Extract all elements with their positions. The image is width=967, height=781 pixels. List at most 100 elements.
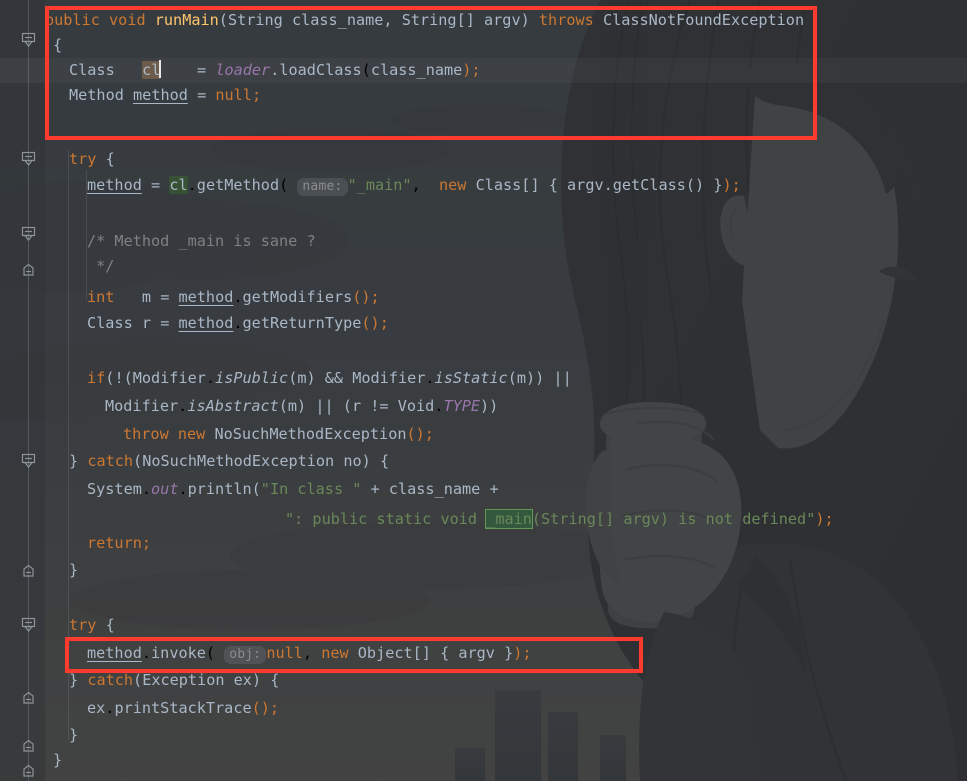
gutter-divider-line	[28, 0, 29, 781]
token-type-string: String	[227, 11, 283, 29]
token-var-class-name: class_name	[388, 480, 481, 498]
fold-end-marker-icon[interactable]	[20, 563, 37, 580]
code-line-3[interactable]: Class cl = loader.loadClass(class_name);	[45, 58, 481, 83]
token-line-end: );	[462, 61, 481, 79]
code-line-11[interactable]: int m = method.getModifiers();	[45, 285, 380, 310]
token-brace-close: }	[69, 561, 79, 579]
fold-end-marker-icon[interactable]	[20, 262, 37, 279]
fold-marker-icon[interactable]	[20, 31, 37, 48]
fold-marker-icon[interactable]	[20, 452, 37, 469]
code-editor-window[interactable]: public void runMain(String class_name, S…	[0, 0, 967, 781]
token-brace-close: }	[69, 671, 79, 689]
token-var-ex: ex	[233, 671, 252, 689]
code-line-27[interactable]: }	[45, 723, 78, 748]
token-type-string-array: String[]	[401, 11, 475, 29]
token-field-out: out	[151, 480, 179, 498]
code-line-6[interactable]: try {	[45, 147, 115, 172]
token-line-end: ();	[406, 425, 434, 443]
token-method-name: runMain	[154, 11, 219, 29]
inlay-hint-name[interactable]: name:	[297, 178, 348, 196]
code-line-17[interactable]: } catch(NoSuchMethodException no) {	[45, 449, 389, 474]
token-comment-open: /* Method _main is sane ?	[87, 232, 316, 250]
token-string-not-defined-pre: ": public static void	[285, 510, 487, 528]
token-keyword-try: try	[69, 616, 97, 634]
token-array-initializer: { argv.getClass() }	[548, 176, 723, 194]
token-call-getmethod: getMethod	[196, 176, 280, 194]
token-comma: ,	[383, 11, 402, 29]
token-string-not-defined-post: (String[] argv) is not defined"	[531, 510, 816, 528]
token-var-method: method	[178, 288, 234, 306]
token-assign: =	[197, 61, 207, 79]
code-line-25[interactable]: } catch(Exception ex) {	[45, 668, 279, 693]
token-var-no: no	[343, 452, 362, 470]
code-line-7[interactable]: method = cl.getMethod( name: "_main", new…	[45, 173, 741, 198]
code-line-4[interactable]: Method method = null;	[45, 83, 261, 108]
token-class-void: Void	[397, 397, 435, 415]
token-keyword-throw: throw	[123, 425, 169, 443]
token-string-main: "_main"	[347, 176, 412, 194]
code-line-16[interactable]: throw new NoSuchMethodException();	[45, 422, 434, 447]
token-class-modifier: Modifier	[352, 369, 426, 387]
code-line-18[interactable]: System.out.println("In class " + class_n…	[45, 477, 499, 502]
token-var-method: method	[87, 176, 142, 194]
code-line-14[interactable]: if(!(Modifier.isPublic(m) && Modifier.is…	[45, 366, 572, 391]
code-line-1[interactable]: public void runMain(String class_name, S…	[45, 8, 804, 33]
token-var-cl-usage: cl	[169, 176, 188, 194]
token-keyword-new: new	[321, 644, 349, 662]
code-line-21[interactable]: }	[45, 558, 78, 583]
text-caret	[159, 60, 162, 78]
token-line-end: ();	[352, 288, 380, 306]
token-keyword-new: new	[177, 425, 206, 443]
code-line-26[interactable]: ex.printStackTrace();	[45, 696, 279, 721]
code-line-28[interactable]: }	[45, 748, 62, 773]
code-line-2[interactable]: {	[45, 33, 62, 58]
code-line-24[interactable]: method.invoke( obj: null, new Object[] { …	[45, 641, 532, 666]
code-line-15[interactable]: Modifier.isAbstract(m) || (r != Void.TYP…	[45, 394, 498, 419]
token-brace-open: {	[270, 671, 280, 689]
fold-end-marker-icon[interactable]	[20, 738, 37, 755]
token-operator-and: &&	[324, 369, 344, 387]
token-assign: =	[151, 176, 161, 194]
token-class-system: System	[87, 480, 142, 498]
inlay-hint-obj[interactable]: obj:	[224, 646, 267, 664]
code-text-area[interactable]: public void runMain(String class_name, S…	[45, 0, 967, 781]
token-assign: =	[160, 288, 170, 306]
token-literal-null: null	[266, 644, 303, 662]
fold-end-marker-icon[interactable]	[20, 763, 37, 780]
token-exception-type: ClassNotFoundException	[602, 11, 805, 29]
token-class-modifier: Modifier	[105, 397, 179, 415]
token-var-method: method	[178, 314, 234, 332]
token-line-end: );	[815, 510, 834, 528]
token-exception-type: Exception	[142, 671, 225, 689]
code-line-9[interactable]: /* Method _main is sane ?	[45, 229, 316, 254]
token-brace-open: {	[105, 616, 115, 634]
token-type-class: Class	[87, 314, 133, 332]
fold-marker-icon[interactable]	[20, 150, 37, 167]
code-line-19[interactable]: ": public static void _main(String[] arg…	[45, 507, 834, 532]
code-line-20[interactable]: return;	[45, 531, 151, 556]
fold-marker-icon[interactable]	[20, 225, 37, 242]
fold-end-marker-icon[interactable]	[20, 690, 37, 707]
code-line-10[interactable]: */	[45, 254, 114, 279]
token-type-object-array: Object[]	[357, 644, 431, 662]
code-line-12[interactable]: Class r = method.getReturnType();	[45, 311, 389, 336]
token-call-loadclass: loadClass	[279, 61, 362, 79]
token-brace-close: }	[53, 751, 63, 769]
token-call-println: println	[187, 480, 252, 498]
token-assign: =	[197, 86, 207, 104]
token-string-in-class: "In class "	[260, 480, 362, 498]
token-dot: .	[270, 61, 280, 79]
token-call-getmodifiers: getModifiers	[242, 288, 353, 306]
token-var-ex: ex	[87, 699, 106, 717]
token-keyword-throws: throws	[538, 11, 594, 29]
token-var-method-declaration: method	[133, 86, 188, 104]
token-operator-plus: +	[370, 480, 380, 498]
gutter-current-line	[0, 58, 45, 83]
token-brace-close: }	[69, 726, 79, 744]
code-line-23[interactable]: try {	[45, 613, 115, 638]
token-brace-open: {	[105, 150, 115, 168]
token-field-loader: loader	[215, 61, 271, 79]
editor-gutter[interactable]	[0, 0, 45, 781]
token-paren-close: )	[520, 11, 530, 29]
fold-marker-icon[interactable]	[20, 616, 37, 633]
